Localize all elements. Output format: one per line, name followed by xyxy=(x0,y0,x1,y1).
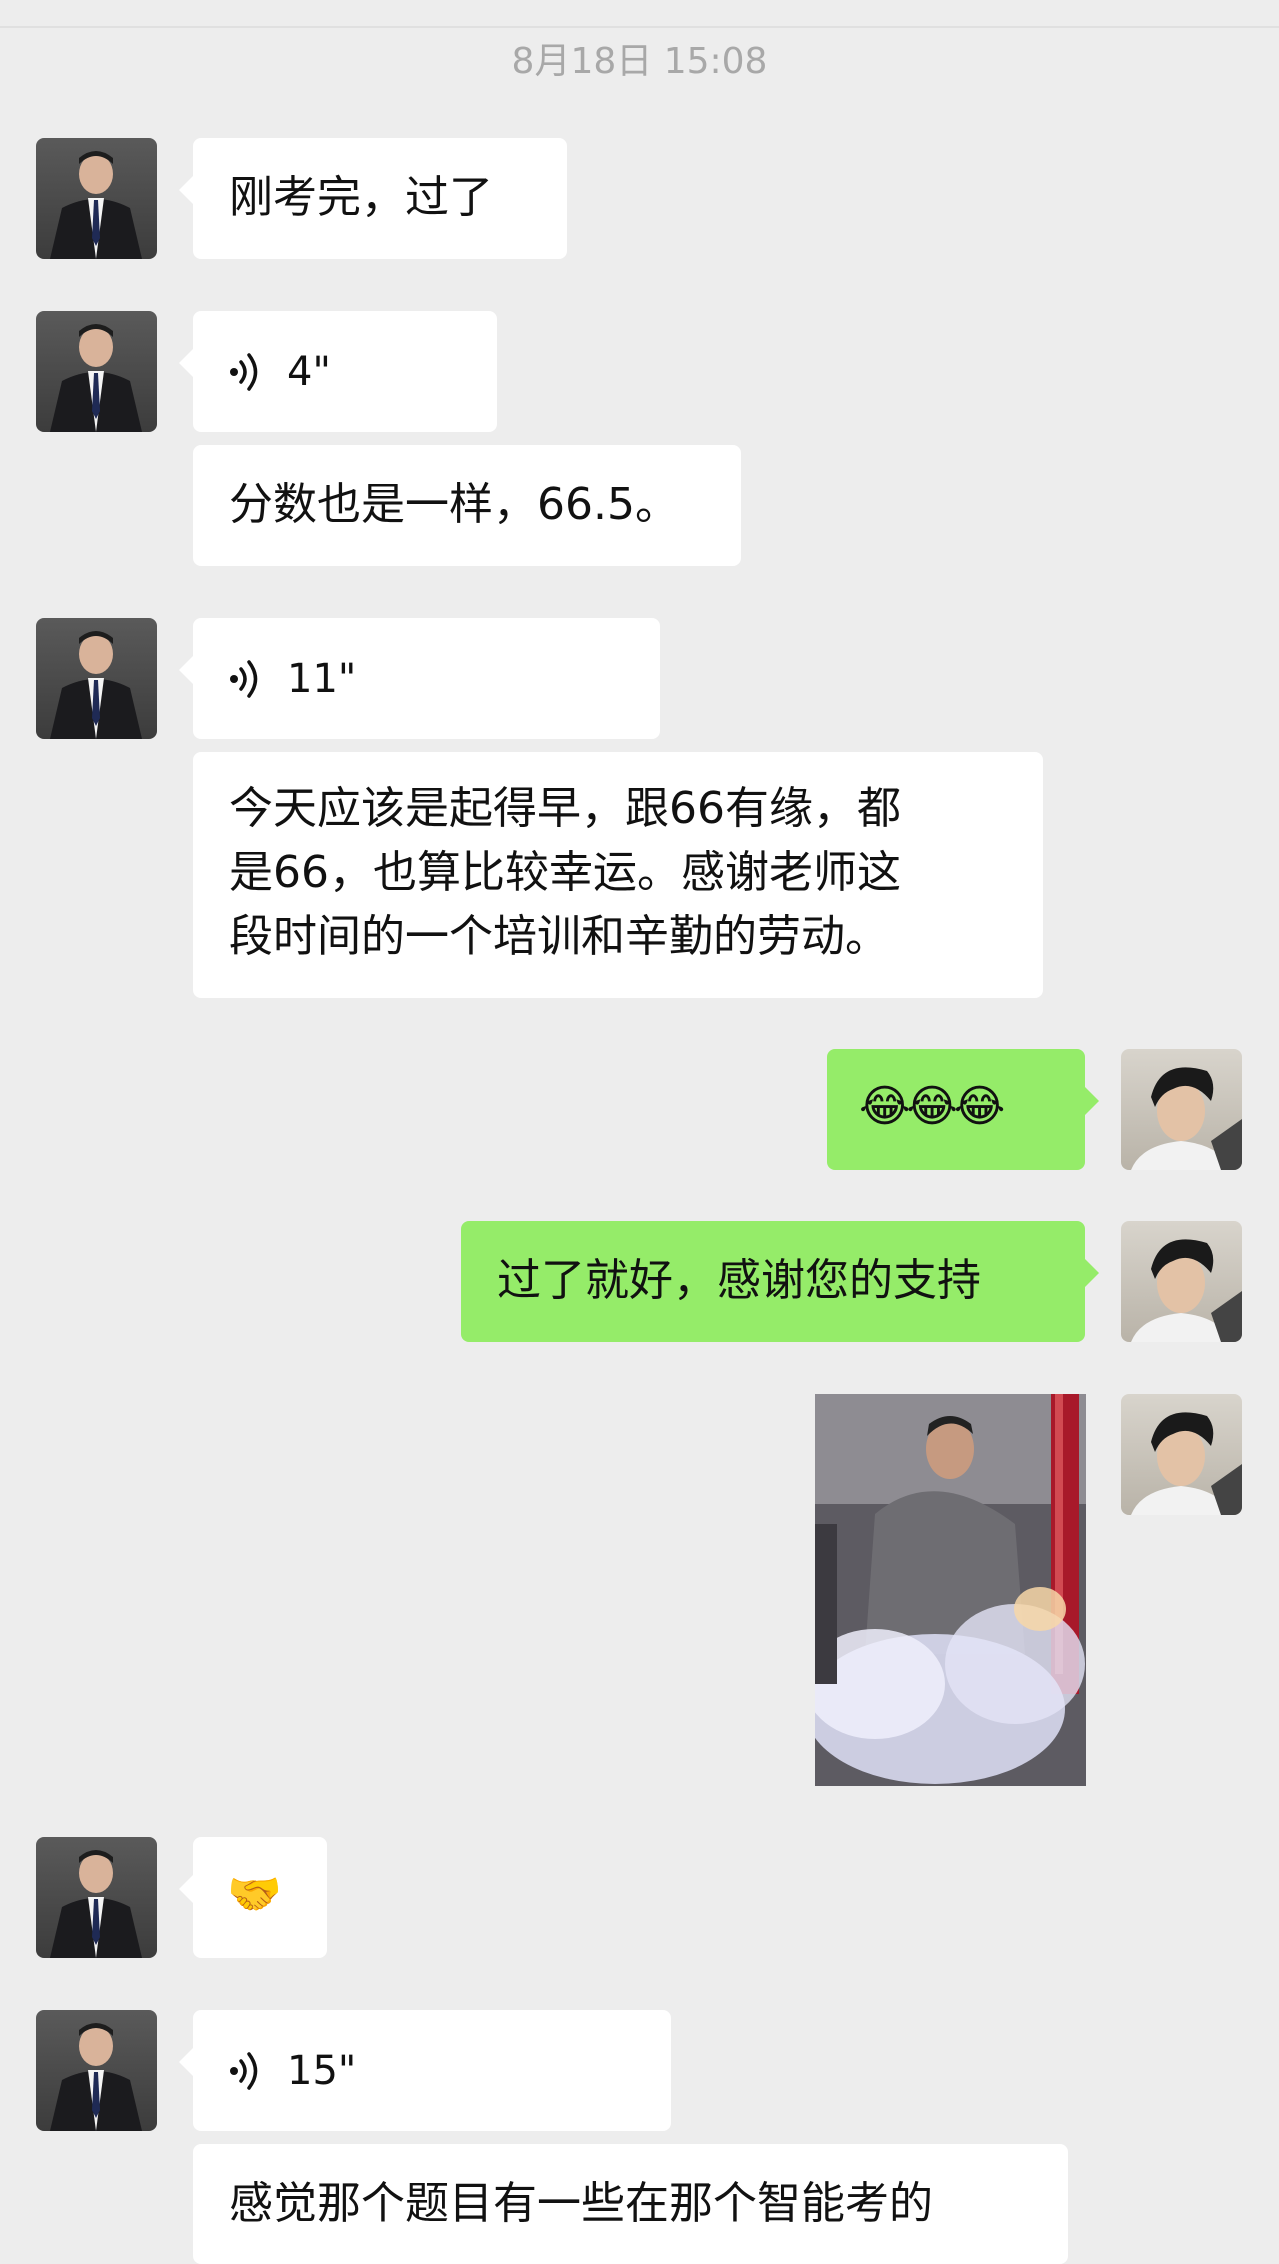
contact-avatar[interactable] xyxy=(36,138,157,259)
message-text: 感觉那个题目有一些在那个智能考的 xyxy=(229,2178,933,2229)
message-bubble[interactable]: 😂😂😂 xyxy=(827,1049,1099,1170)
top-divider xyxy=(0,0,1279,28)
message-text-line: 段时间的一个培训和辛勤的劳动。 xyxy=(229,911,889,962)
message-text: 过了就好，感谢您的支持 xyxy=(497,1255,981,1306)
voice-wave-icon xyxy=(230,2051,258,2090)
contact-avatar[interactable] xyxy=(36,2010,157,2131)
message-bubble[interactable]: 🤝 xyxy=(179,1837,327,1958)
message-timestamp: 8月18日 15:08 xyxy=(511,41,768,82)
message-bubble[interactable]: 今天应该是起得早，跟66有缘，都 是66，也算比较幸运。感谢老师这 段时间的一个… xyxy=(193,752,1043,998)
voice-duration: 11" xyxy=(287,655,357,702)
voice-wave-icon xyxy=(230,352,258,391)
message-bubble[interactable]: 分数也是一样，66.5。 xyxy=(193,445,741,566)
voice-duration: 4" xyxy=(287,348,331,395)
gif-sticker-image[interactable] xyxy=(815,1394,1086,1786)
voice-message-bubble[interactable]: 4" xyxy=(179,311,497,432)
tears-of-joy-emoji: 😂😂😂 xyxy=(859,1081,1005,1132)
handshake-emoji: 🤝 xyxy=(227,1869,282,1920)
my-avatar[interactable] xyxy=(1121,1394,1242,1515)
voice-message-bubble[interactable]: 11" xyxy=(179,618,660,739)
voice-message-bubble[interactable]: 15" xyxy=(179,2010,671,2131)
contact-avatar[interactable] xyxy=(36,1837,157,1958)
contact-avatar[interactable] xyxy=(36,311,157,432)
message-bubble[interactable]: 过了就好，感谢您的支持 xyxy=(461,1221,1099,1342)
contact-avatar[interactable] xyxy=(36,618,157,739)
voice-duration: 15" xyxy=(287,2047,357,2094)
message-bubble[interactable]: 刚考完，过了 xyxy=(179,138,567,259)
my-avatar[interactable] xyxy=(1121,1049,1242,1170)
my-avatar[interactable] xyxy=(1121,1221,1242,1342)
message-text: 刚考完，过了 xyxy=(229,172,493,223)
message-bubble[interactable]: 感觉那个题目有一些在那个智能考的 xyxy=(193,2144,1068,2264)
message-text-line: 是66，也算比较幸运。感谢老师这 xyxy=(229,847,901,898)
message-text-line: 今天应该是起得早，跟66有缘，都 xyxy=(229,783,901,834)
message-text: 分数也是一样，66.5。 xyxy=(229,479,679,530)
voice-wave-icon xyxy=(230,659,258,698)
